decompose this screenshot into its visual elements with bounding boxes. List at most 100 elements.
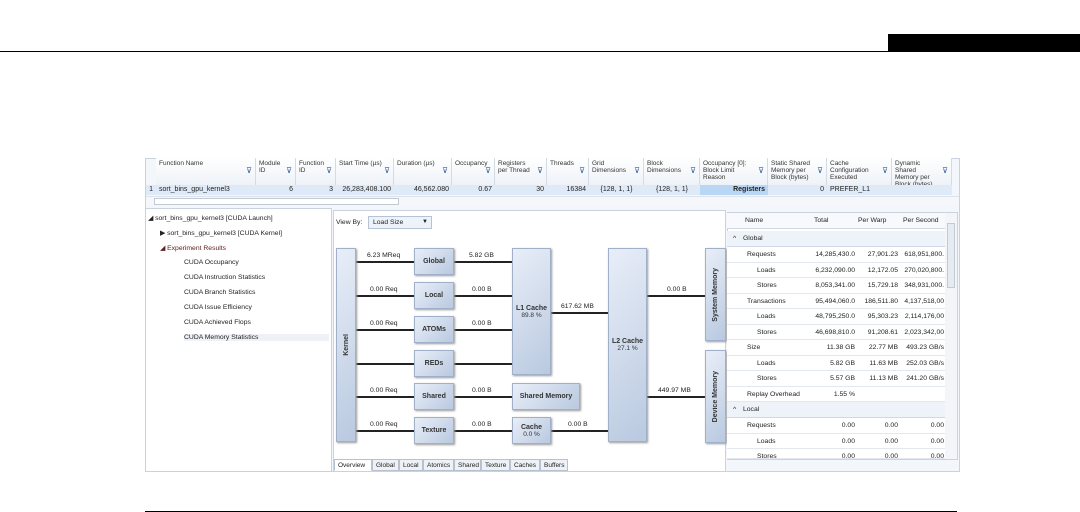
collapse-icon[interactable]: ^	[733, 402, 736, 418]
grid-cell[interactable]	[892, 185, 952, 195]
column-header[interactable]: Function Name ⊽	[156, 158, 256, 185]
tab-overview[interactable]: Overview	[334, 459, 372, 471]
row-value: 95,303.23	[867, 313, 898, 320]
table-row[interactable]: Stores 46,698,810.0 91,208.61 2,023,342,00	[727, 324, 945, 340]
column-header[interactable]: Dynamic Shared Memory per Block (bytes) ⊽	[892, 158, 952, 188]
column-header[interactable]: Cache Configuration Executed ⊽	[827, 158, 892, 185]
grid-cell[interactable]: {128, 1, 1}	[644, 185, 700, 195]
column-header[interactable]: Static Shared Memory per Block (bytes) ⊽	[768, 158, 827, 185]
column-header[interactable]: Occupancy ⊽	[452, 158, 495, 185]
filter-icon[interactable]: ⊽	[384, 167, 390, 175]
table-row[interactable]: Loads 48,795,250.0 95,303.23 2,114,176,00	[727, 309, 945, 325]
tab-buffers[interactable]: Buffers	[540, 459, 568, 471]
filter-icon[interactable]: ⊽	[634, 167, 640, 175]
global-box[interactable]: Global	[414, 248, 454, 275]
grid-cell[interactable]: {128, 1, 1}	[589, 185, 644, 195]
filter-icon[interactable]: ⊽	[246, 167, 252, 175]
kernel-box[interactable]: Kernel	[336, 248, 356, 442]
table-header[interactable]: Total	[814, 213, 828, 229]
tab-atomics[interactable]: Atomics	[423, 459, 454, 471]
tab-texture[interactable]: Texture	[481, 459, 510, 471]
filter-icon[interactable]: ⊽	[882, 167, 888, 175]
column-header[interactable]: Grid Dimensions ⊽	[589, 158, 644, 185]
column-header[interactable]: Start Time (µs) ⊽	[336, 158, 394, 185]
table-row[interactable]: Replay Overhead 1.55 %	[727, 386, 945, 402]
tree-item[interactable]: CUDA Branch Statistics	[184, 289, 255, 296]
table-header[interactable]: Per Warp	[858, 213, 886, 229]
grid-cell[interactable]: 30	[495, 185, 547, 195]
row-value: 5.57 GB	[830, 375, 855, 382]
l2-box[interactable]: L2 Cache 27.1 %	[608, 248, 647, 442]
tree-item[interactable]: CUDA Achieved Flops	[184, 319, 251, 326]
table-header[interactable]: Name	[745, 213, 763, 229]
filter-icon[interactable]: ⊽	[326, 167, 332, 175]
table-row[interactable]: Stores 5.57 GB 11.13 MB 241.20 GB/s	[727, 371, 945, 387]
l1-box[interactable]: L1 Cache 89.8 %	[512, 248, 551, 375]
filter-icon[interactable]: ⊽	[942, 167, 948, 175]
column-header[interactable]: Duration (µs) ⊽	[394, 158, 452, 185]
column-header[interactable]: Registers per Thread ⊽	[495, 158, 547, 185]
texture-box[interactable]: Texture	[414, 417, 454, 444]
table-row[interactable]: Requests 14,285,430.0 27,901.23 618,951,800…	[727, 247, 945, 263]
tree-root[interactable]: ◢ sort_bins_gpu_kernel3 [CUDA Launch]	[148, 214, 273, 222]
filter-icon[interactable]: ⊽	[286, 167, 292, 175]
column-header[interactable]: Threads ⊽	[547, 158, 589, 185]
tree-item[interactable]: CUDA Issue Efficiency	[184, 304, 252, 311]
table-row[interactable]: Transactions 95,494,060.0 186,511.80 4,137,…	[727, 293, 945, 309]
table-row[interactable]: Requests 0.00 0.00 0.00	[727, 418, 945, 434]
column-header[interactable]: Occupancy [0]: Block Limit Reason ⊽	[700, 158, 768, 185]
sysmem-box[interactable]: System Memory	[705, 248, 726, 341]
grid-cell[interactable]: 3	[296, 185, 336, 195]
column-header[interactable]: Module ID ⊽	[256, 158, 296, 185]
table-header[interactable]: Per Second	[903, 213, 939, 229]
filter-icon[interactable]: ⊽	[579, 167, 585, 175]
table-row[interactable]: Stores 8,053,341.00 15,729.18 348,931,000.	[727, 278, 945, 294]
table-row[interactable]: Stores 0.00 0.00 0.00	[727, 449, 945, 459]
filter-icon[interactable]: ⊽	[537, 167, 543, 175]
grid-cell[interactable]: sort_bins_gpu_kernel3	[156, 185, 256, 195]
group-row[interactable]: ^ Local	[727, 402, 945, 418]
grid-cell[interactable]: 0	[768, 185, 827, 195]
grid-cell[interactable]: 46,562.080	[394, 185, 452, 195]
grid-cell[interactable]: PREFER_L1	[827, 185, 892, 195]
atoms-box[interactable]: ATOMs	[414, 316, 454, 343]
filter-icon[interactable]: ⊽	[442, 167, 448, 175]
row-name: Replay Overhead	[747, 390, 800, 398]
tree-item[interactable]: CUDA Occupancy	[184, 259, 239, 266]
grid-cell[interactable]: 0.67	[452, 185, 495, 195]
grid-cell[interactable]: 1	[146, 185, 156, 195]
collapse-icon[interactable]: ^	[733, 231, 736, 247]
tab-shared[interactable]: Shared	[454, 459, 481, 471]
table-row[interactable]: Loads 0.00 0.00 0.00	[727, 433, 945, 449]
column-header[interactable]: Function ID ⊽	[296, 158, 336, 185]
grid-cell[interactable]: 26,283,408.100	[336, 185, 394, 195]
shared-box[interactable]: Shared	[414, 383, 454, 410]
column-header[interactable]: Block Dimensions ⊽	[644, 158, 700, 185]
cache-box[interactable]: Cache 0.0 %	[512, 417, 551, 444]
devmem-box[interactable]: Device Memory	[705, 350, 726, 443]
grid-cell[interactable]: 16384	[547, 185, 589, 195]
table-row[interactable]: Loads 6,232,090.00 12,172.05 270,020,800.	[727, 262, 945, 278]
filter-icon[interactable]: ⊽	[690, 167, 696, 175]
shared-mem-box[interactable]: Shared Memory	[512, 383, 580, 410]
tree-item[interactable]: CUDA Memory Statistics	[184, 334, 329, 341]
group-row[interactable]: ^ Global	[727, 231, 945, 247]
tab-caches[interactable]: Caches	[510, 459, 540, 471]
tree-item[interactable]: CUDA Instruction Statistics	[184, 274, 265, 281]
tree-experiment-results[interactable]: ◢ Experiment Results	[160, 244, 226, 252]
filter-icon[interactable]: ⊽	[485, 167, 491, 175]
table-vscrollbar[interactable]	[945, 213, 957, 459]
grid-cell[interactable]: 6	[256, 185, 296, 195]
grid-hscrollbar[interactable]	[146, 196, 959, 205]
table-row[interactable]: Size 11.38 GB 22.77 MB 493.23 GB/s	[727, 340, 945, 356]
tab-local[interactable]: Local	[399, 459, 423, 471]
reds-box[interactable]: REDs	[414, 350, 454, 377]
filter-icon[interactable]: ⊽	[817, 167, 823, 175]
filter-icon[interactable]: ⊽	[758, 167, 764, 175]
tab-global[interactable]: Global	[372, 459, 399, 471]
grid-cell[interactable]: Registers	[700, 185, 768, 195]
view-by-select[interactable]: Load Size ▼	[368, 216, 432, 229]
tree-kernel[interactable]: ▶ sort_bins_gpu_kernel3 [CUDA Kernel]	[160, 229, 282, 237]
table-row[interactable]: Loads 5.82 GB 11.63 MB 252.03 GB/s	[727, 355, 945, 371]
local-box[interactable]: Local	[414, 282, 454, 309]
